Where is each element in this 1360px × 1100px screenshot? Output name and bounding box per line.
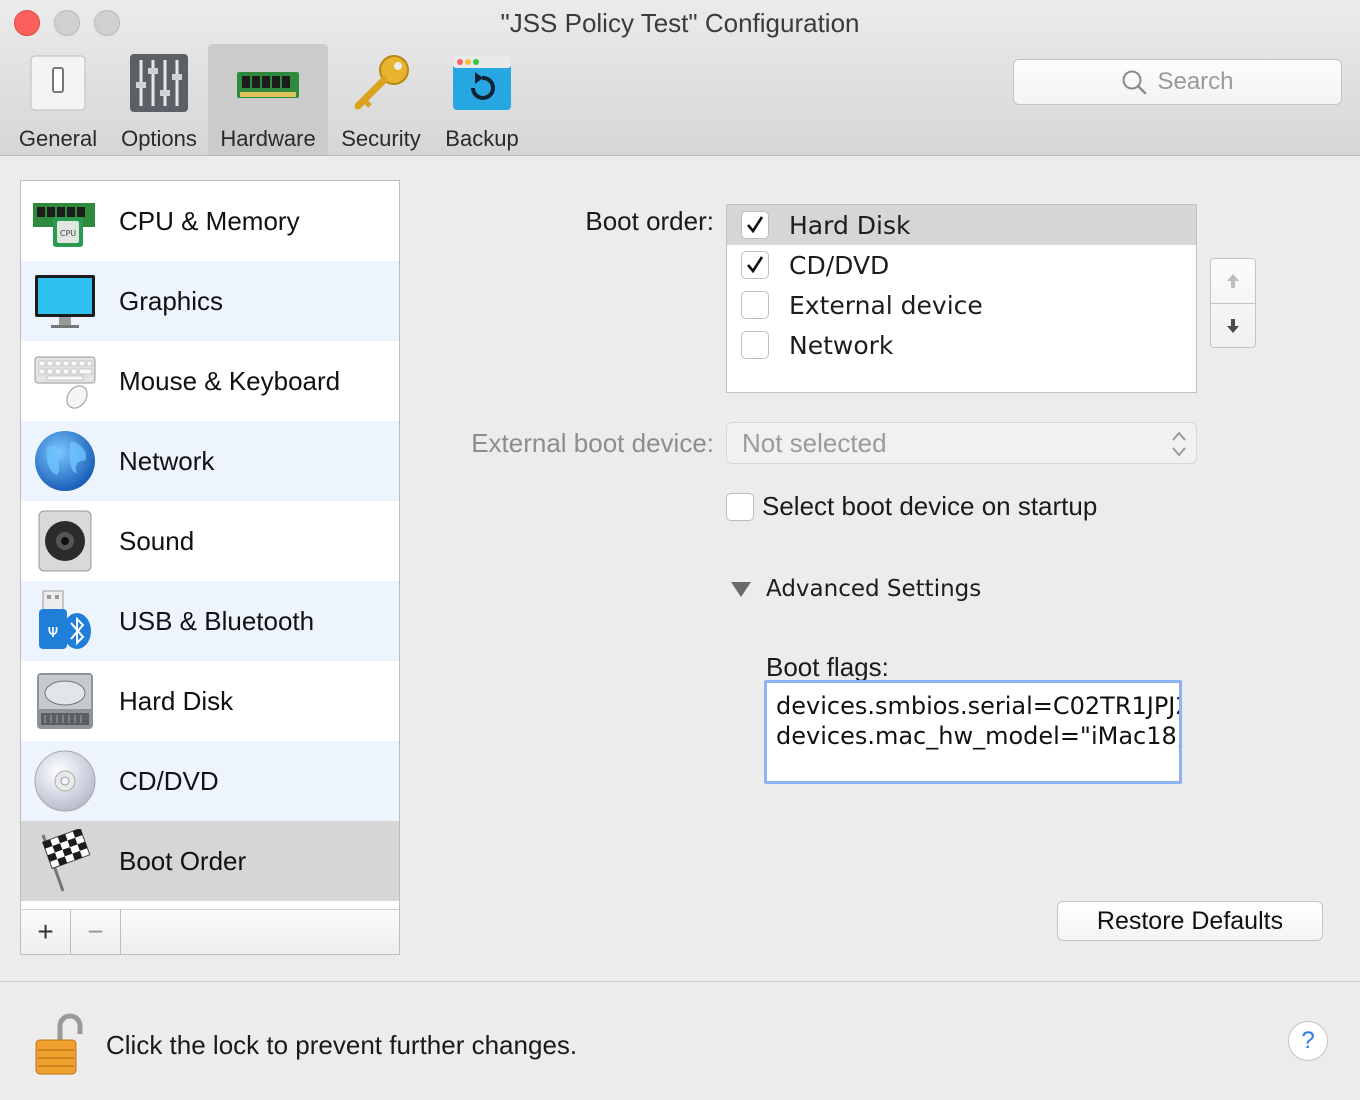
sidebar-item-mouse-keyboard[interactable]: Mouse & Keyboard — [21, 341, 399, 421]
hardware-sidebar: CPU CPU & Memory Graphics Mouse & Keyboa… — [20, 180, 400, 910]
checkmark-icon — [747, 256, 764, 274]
checkmark-icon — [747, 216, 764, 234]
general-icon — [27, 52, 89, 114]
sidebar-item-graphics[interactable]: Graphics — [21, 261, 399, 341]
network-checkbox[interactable] — [741, 331, 769, 359]
sidebar-item-hard-disk[interactable]: Hard Disk — [21, 661, 399, 741]
move-up-button[interactable] — [1211, 259, 1255, 303]
sidebar-item-cpu-memory[interactable]: CPU CPU & Memory — [21, 181, 399, 261]
speaker-icon — [33, 509, 97, 573]
search-icon — [1122, 70, 1147, 95]
advanced-settings-disclosure[interactable]: Advanced Settings — [730, 576, 981, 602]
cpu-memory-icon: CPU — [33, 189, 97, 253]
sidebar-toolbar: + − — [20, 909, 400, 955]
boot-flags-label: Boot flags: — [766, 652, 889, 682]
boot-device-cd-dvd[interactable]: CD/DVD — [727, 245, 1196, 285]
sidebar-item-usb-bluetooth[interactable]: ᴪ USB & Bluetooth — [21, 581, 399, 661]
sidebar-item-cd-dvd[interactable]: CD/DVD — [21, 741, 399, 821]
toolbar-hardware[interactable]: Hardware — [208, 44, 328, 155]
boot-device-external[interactable]: External device — [727, 285, 1196, 325]
remove-device-button[interactable]: − — [71, 910, 121, 954]
reorder-stepper — [1210, 258, 1256, 348]
sidebar-item-sound[interactable]: Sound — [21, 501, 399, 581]
lock-message: Click the lock to prevent further change… — [106, 1030, 578, 1060]
ram-chip-icon — [237, 52, 299, 114]
cd-dvd-checkbox[interactable] — [741, 251, 769, 279]
select-boot-device-option[interactable]: Select boot device on startup — [726, 491, 1097, 522]
help-button[interactable]: ? — [1288, 1021, 1328, 1061]
svg-text:CPU: CPU — [60, 229, 76, 238]
boot-device-hard-disk[interactable]: Hard Disk — [727, 205, 1196, 245]
toolbar-backup[interactable]: Backup — [437, 44, 527, 155]
key-icon — [350, 52, 412, 114]
boot-flags-textarea[interactable]: devices.smbios.serial=C02TR1JPJ2 devices… — [764, 680, 1182, 784]
keyboard-mouse-icon — [33, 349, 97, 413]
checkered-flag-icon — [33, 827, 97, 893]
restore-defaults-button[interactable]: Restore Defaults — [1057, 901, 1323, 941]
sliders-icon — [128, 52, 190, 114]
globe-icon — [33, 429, 97, 493]
move-down-button[interactable] — [1211, 303, 1255, 347]
monitor-icon — [33, 269, 97, 333]
external-device-checkbox[interactable] — [741, 291, 769, 319]
footer-divider — [0, 981, 1360, 982]
boot-device-network[interactable]: Network — [727, 325, 1196, 365]
sidebar-item-network[interactable]: Network — [21, 421, 399, 501]
hard-disk-icon — [33, 669, 97, 733]
toolbar-general[interactable]: General — [12, 44, 104, 155]
search-field[interactable]: Search — [1013, 59, 1342, 105]
toolbar-options[interactable]: Options — [112, 44, 206, 155]
backup-icon — [451, 52, 513, 114]
select-boot-device-checkbox[interactable] — [726, 492, 754, 521]
cd-icon — [33, 749, 97, 813]
lock-icon[interactable] — [34, 1012, 84, 1076]
arrow-up-icon — [1227, 274, 1239, 288]
sidebar-item-boot-order[interactable]: Boot Order — [21, 821, 399, 901]
search-placeholder: Search — [1157, 68, 1234, 95]
window-title: "JSS Policy Test" Configuration — [500, 8, 860, 38]
title-bar: "JSS Policy Test" Configuration General … — [0, 0, 1360, 156]
external-boot-device-label: External boot device: — [471, 428, 714, 458]
toolbar-security[interactable]: Security — [333, 44, 429, 155]
svg-text:ᴪ: ᴪ — [48, 621, 59, 642]
add-device-button[interactable]: + — [21, 910, 71, 954]
boot-order-list: Hard Disk CD/DVD External device Network — [726, 204, 1197, 393]
boot-order-label: Boot order: — [585, 206, 714, 236]
disclosure-triangle-icon[interactable] — [730, 580, 752, 598]
arrow-down-icon — [1227, 318, 1239, 333]
boot-flag-line: devices.smbios.serial=C02TR1JPJ2 — [776, 692, 1182, 720]
boot-flag-line: devices.mac_hw_model="iMac18,3 — [776, 722, 1182, 750]
external-boot-device-select[interactable]: Not selected — [726, 422, 1197, 464]
chevron-updown-icon — [1172, 431, 1186, 457]
usb-bluetooth-icon: ᴪ — [33, 589, 97, 653]
hard-disk-checkbox[interactable] — [741, 211, 769, 239]
